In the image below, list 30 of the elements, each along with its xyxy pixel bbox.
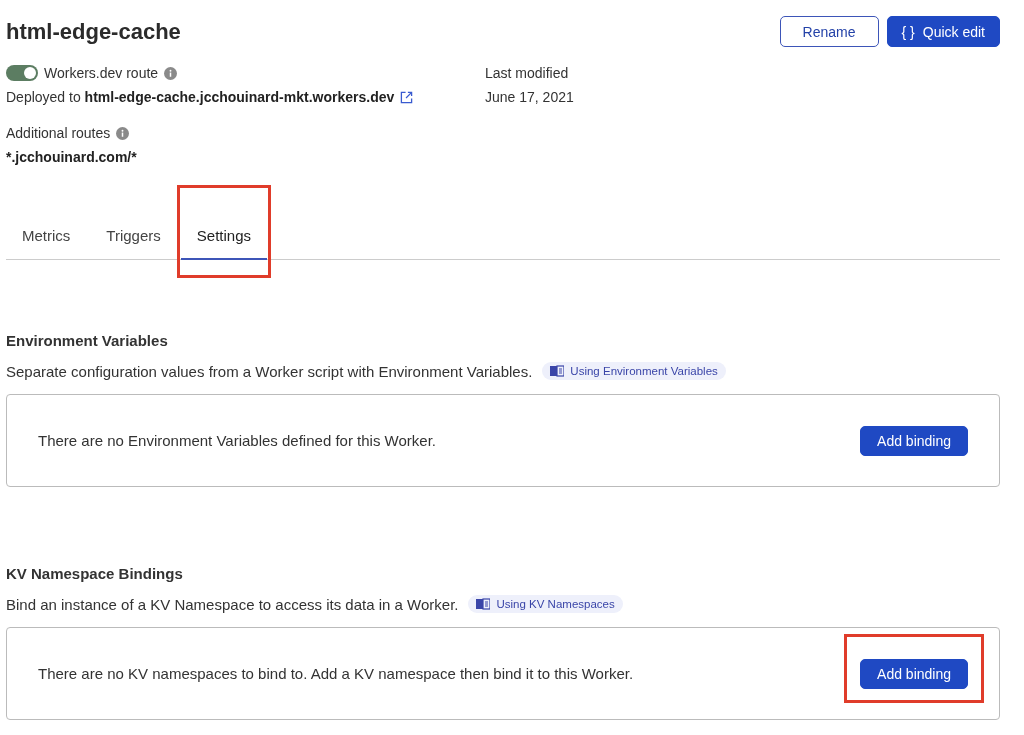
book-icon xyxy=(476,598,491,610)
toggle-switch[interactable] xyxy=(6,65,38,81)
braces-icon: { } xyxy=(901,23,915,40)
add-binding-button[interactable]: Add binding xyxy=(860,658,968,689)
documentation-link[interactable]: Using KV Namespaces xyxy=(468,595,623,613)
documentation-link[interactable]: Using Environment Variables xyxy=(542,362,726,380)
route-value: *.jcchouinard.com/* xyxy=(6,149,137,165)
info-icon xyxy=(116,126,130,140)
book-icon xyxy=(550,365,565,377)
last-modified-label: Last modified xyxy=(485,65,569,81)
tab[interactable]: Metrics xyxy=(6,213,87,260)
rename-button[interactable]: Rename xyxy=(779,16,879,47)
section-description: Bind an instance of a KV Namespace to access its data in a Worker. xyxy=(6,595,459,613)
toggle-label: Workers.dev route xyxy=(44,65,159,81)
tab[interactable]: Triggers xyxy=(90,213,177,260)
quick-edit-button[interactable]: { } Quick edit xyxy=(886,16,1000,47)
add-binding-button[interactable]: Add binding xyxy=(860,425,968,456)
info-icon xyxy=(164,66,178,80)
tab[interactable]: Settings xyxy=(180,213,267,260)
section-title: KV Namespace Bindings xyxy=(6,565,184,584)
empty-message: There are no KV namespaces to bind to. Add a KV namespace then bind it to this Worker. xyxy=(38,665,634,682)
button-label: Quick edit xyxy=(922,23,985,40)
deployed-to-text: Deployed to html-edge-cache.jcchouinard-mkt.workers.dev xyxy=(6,89,395,105)
external-link-icon[interactable] xyxy=(400,90,414,104)
page-title: html-edge-cache xyxy=(6,18,181,45)
section-description: Separate configuration values from a Worker script with Environment Variables. xyxy=(6,362,533,380)
section-title: Environment Variables xyxy=(6,332,169,351)
empty-message: There are no Environment Variables defined for this Worker. xyxy=(38,432,436,449)
additional-routes-label: Additional routes xyxy=(6,125,111,141)
last-modified-date: June 17, 2021 xyxy=(485,89,574,105)
